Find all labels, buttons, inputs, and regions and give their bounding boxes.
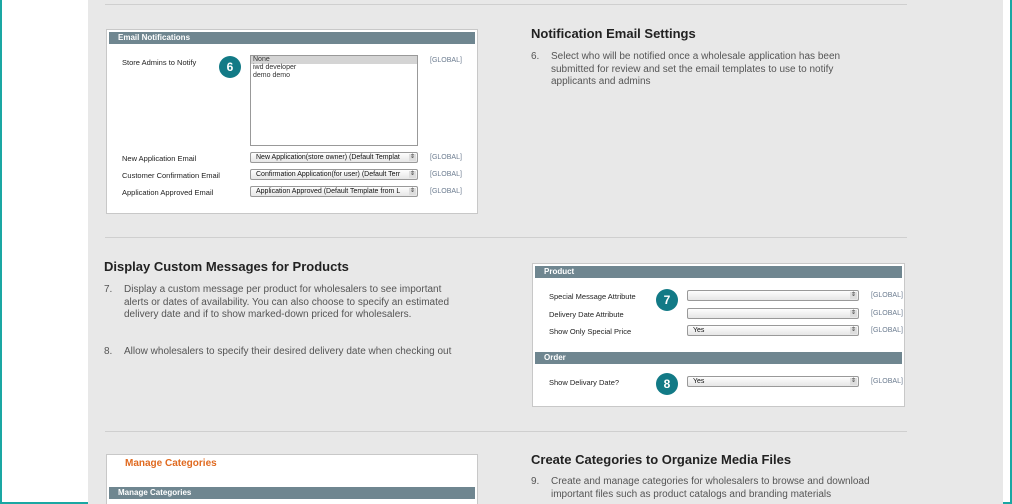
scope-label: [GLOBAL] <box>871 378 903 385</box>
scope-label: [GLOBAL] <box>430 57 462 64</box>
product-panel-header: Product <box>535 266 902 278</box>
select-arrow-icon: ⇕ <box>850 310 857 317</box>
application-approved-email-label: Application Approved Email <box>122 188 214 197</box>
section-divider <box>105 431 907 432</box>
show-only-special-price-label: Show Only Special Price <box>549 327 632 336</box>
delivery-date-attribute-select[interactable]: ⇕ <box>687 308 859 319</box>
select-arrow-icon: ⇕ <box>409 154 416 161</box>
step-number: 8. <box>104 346 113 357</box>
show-only-special-price-select[interactable]: Yes ⇕ <box>687 325 859 336</box>
select-value: New Application(store owner) (Default Te… <box>256 154 400 161</box>
select-value: Yes <box>693 327 705 334</box>
store-admins-label: Store Admins to Notify <box>122 58 197 67</box>
scope-label: [GLOBAL] <box>430 154 462 161</box>
create-categories-heading: Create Categories to Organize Media File… <box>531 452 792 467</box>
admins-option[interactable]: iwd developer <box>251 64 417 72</box>
select-arrow-icon: ⇕ <box>850 378 857 385</box>
show-delivery-date-label: Show Delivary Date? <box>549 378 620 387</box>
new-application-email-label: New Application Email <box>122 154 197 163</box>
order-panel-header: Order <box>535 352 902 364</box>
delivery-date-attribute-label: Delivery Date Attribute <box>549 310 624 319</box>
customer-confirmation-email-select[interactable]: Confirmation Application(for user) (Defa… <box>250 169 418 180</box>
step-number: 9. <box>531 476 540 487</box>
notification-settings-heading: Notification Email Settings <box>531 26 696 41</box>
email-notifications-panel: Email Notifications Store Admins to Noti… <box>106 29 478 214</box>
section-divider <box>105 237 907 238</box>
manage-categories-panel: Manage Categories Manage Categories <box>106 454 478 504</box>
custom-messages-heading: Display Custom Messages for Products <box>104 259 349 274</box>
step-7-badge: 7 <box>656 289 678 311</box>
select-arrow-icon: ⇕ <box>850 327 857 334</box>
select-value: Confirmation Application(for user) (Defa… <box>256 171 401 178</box>
special-message-attribute-select[interactable]: ⇕ <box>687 290 859 301</box>
step-8-badge: 8 <box>656 373 678 395</box>
manage-categories-header: Manage Categories <box>109 487 475 499</box>
customer-confirmation-email-label: Customer Confirmation Email <box>122 171 220 180</box>
admins-option[interactable]: None <box>251 56 417 64</box>
new-application-email-select[interactable]: New Application(store owner) (Default Te… <box>250 152 418 163</box>
step-text: Create and manage categories for wholesa… <box>551 476 870 500</box>
step-6: 6. Select who will be notified once a wh… <box>531 51 861 91</box>
show-delivery-date-select[interactable]: Yes ⇕ <box>687 376 859 387</box>
scope-label: [GLOBAL] <box>871 292 903 299</box>
step-text: Allow wholesalers to specify their desir… <box>124 346 452 357</box>
select-arrow-icon: ⇕ <box>850 292 857 299</box>
section-divider <box>105 4 907 5</box>
scope-label: [GLOBAL] <box>430 171 462 178</box>
step-number: 7. <box>104 284 113 295</box>
select-arrow-icon: ⇕ <box>409 188 416 195</box>
admins-option[interactable]: demo demo <box>251 72 417 80</box>
select-arrow-icon: ⇕ <box>409 171 416 178</box>
special-message-attribute-label: Special Message Attribute <box>549 292 636 301</box>
select-value: Application Approved (Default Template f… <box>256 188 401 195</box>
step-6-badge: 6 <box>219 56 241 78</box>
step-7: 7. Display a custom message per product … <box>104 284 454 336</box>
scope-label: [GLOBAL] <box>871 327 903 334</box>
scope-label: [GLOBAL] <box>430 188 462 195</box>
application-approved-email-select[interactable]: Application Approved (Default Template f… <box>250 186 418 197</box>
step-9: 9. Create and manage categories for whol… <box>531 476 891 502</box>
manage-categories-title: Manage Categories <box>125 458 217 469</box>
scope-label: [GLOBAL] <box>871 310 903 317</box>
step-8: 8. Allow wholesalers to specify their de… <box>104 346 454 372</box>
step-text: Display a custom message per product for… <box>124 284 450 320</box>
panel-header: Email Notifications <box>109 32 475 44</box>
store-admins-listbox[interactable]: None iwd developer demo demo <box>250 55 418 146</box>
product-order-panel: Product Special Message Attribute 7 ⇕ [G… <box>532 263 905 407</box>
step-number: 6. <box>531 51 540 62</box>
select-value: Yes <box>693 378 705 385</box>
step-text: Select who will be notified once a whole… <box>551 51 841 87</box>
frame-left-border <box>0 0 2 504</box>
